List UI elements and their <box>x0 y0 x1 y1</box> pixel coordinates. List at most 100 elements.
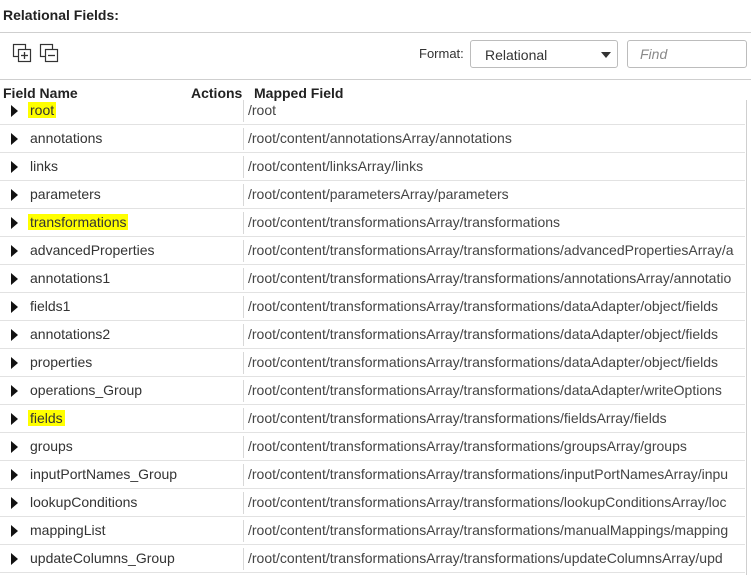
field-name: updateColumns_Group <box>30 550 175 566</box>
field-name: fields <box>28 410 65 426</box>
section-title: Relational Fields: <box>3 7 119 23</box>
expand-arrow-icon[interactable] <box>11 217 18 229</box>
column-divider <box>243 128 244 150</box>
table-row[interactable]: properties/root/content/transformationsA… <box>0 349 745 377</box>
column-divider <box>243 212 244 234</box>
column-divider <box>243 268 244 290</box>
table-row[interactable]: annotations2/root/content/transformation… <box>0 321 745 349</box>
table-row[interactable]: lookupConditions/root/content/transforma… <box>0 489 745 517</box>
collapse-all-button[interactable] <box>39 43 59 63</box>
field-name: mappingList <box>30 522 106 538</box>
table-row[interactable]: annotations1/root/content/transformation… <box>0 265 745 293</box>
field-name: inputPortNames_Group <box>30 466 178 482</box>
expand-arrow-icon[interactable] <box>11 105 18 117</box>
table-row[interactable]: annotations/root/content/annotationsArra… <box>0 125 745 153</box>
column-divider <box>243 240 244 262</box>
chevron-down-icon <box>601 52 611 58</box>
mapped-field: /root/content/transformationsArray/trans… <box>248 494 727 510</box>
column-divider <box>243 324 244 346</box>
expand-arrow-icon[interactable] <box>11 329 18 341</box>
column-divider <box>243 464 244 486</box>
mapped-field: /root/content/transformationsArray/trans… <box>248 410 667 426</box>
field-name: properties <box>30 354 93 370</box>
field-name: lookupConditions <box>30 494 138 510</box>
column-divider <box>243 520 244 542</box>
table-row[interactable]: transformations/root/content/transformat… <box>0 209 745 237</box>
table-row[interactable]: links/root/content/linksArray/links <box>0 153 745 181</box>
column-divider <box>243 436 244 458</box>
mapped-field: /root/content/transformationsArray/trans… <box>248 298 719 314</box>
table-row[interactable]: inputPortNames_Group/root/content/transf… <box>0 461 745 489</box>
mapped-field: /root/content/transformationsArray/trans… <box>248 354 719 370</box>
format-select[interactable]: Relational <box>470 40 618 68</box>
field-name: annotations <box>30 130 103 146</box>
expand-arrow-icon[interactable] <box>11 161 18 173</box>
expand-arrow-icon[interactable] <box>11 413 18 425</box>
table-row[interactable]: fields1/root/content/transformationsArra… <box>0 293 745 321</box>
field-name: advancedProperties <box>30 242 155 258</box>
field-name: annotations2 <box>30 326 111 342</box>
table-row[interactable]: advancedProperties/root/content/transfor… <box>0 237 745 265</box>
column-divider <box>243 184 244 206</box>
column-divider <box>243 156 244 178</box>
mapped-field: /root/content/parametersArray/parameters <box>248 186 509 202</box>
field-name: operations_Group <box>30 382 143 398</box>
field-name: transformations <box>28 214 129 230</box>
collapse-all-icon <box>39 43 59 63</box>
table-row[interactable]: mappingList/root/content/transformations… <box>0 517 745 545</box>
table-row[interactable]: parameters/root/content/parametersArray/… <box>0 181 745 209</box>
expand-arrow-icon[interactable] <box>11 273 18 285</box>
mapped-field: /root/content/transformationsArray/trans… <box>248 522 729 538</box>
mapped-field: /root/content/transformationsArray/trans… <box>248 242 734 258</box>
column-divider <box>243 352 244 374</box>
column-divider <box>243 380 244 402</box>
row-divider <box>0 572 745 573</box>
mapped-field: /root/content/transformationsArray/trans… <box>248 214 561 230</box>
mapped-field: /root/content/transformationsArray/trans… <box>248 326 719 342</box>
expand-arrow-icon[interactable] <box>11 301 18 313</box>
expand-arrow-icon[interactable] <box>11 385 18 397</box>
field-name: root <box>28 102 57 118</box>
mapped-field: /root <box>248 102 277 118</box>
vertical-scrollbar[interactable] <box>746 100 747 575</box>
toolbar-divider <box>0 79 751 80</box>
format-select-value: Relational <box>485 47 548 63</box>
find-input[interactable] <box>627 40 747 68</box>
format-label: Format: <box>419 46 464 61</box>
expand-arrow-icon[interactable] <box>11 357 18 369</box>
top-divider <box>0 32 751 33</box>
expand-all-icon <box>12 43 32 63</box>
fields-table: root/root annotations/root/content/annota… <box>0 100 751 575</box>
table-row[interactable]: operations_Group/root/content/transforma… <box>0 377 745 405</box>
field-name: fields1 <box>30 298 71 314</box>
mapped-field: /root/content/transformationsArray/trans… <box>248 382 722 398</box>
expand-arrow-icon[interactable] <box>11 133 18 145</box>
column-divider <box>243 408 244 430</box>
mapped-field: /root/content/transformationsArray/trans… <box>248 270 732 286</box>
expand-arrow-icon[interactable] <box>11 441 18 453</box>
field-name: annotations1 <box>30 270 111 286</box>
mapped-field: /root/content/transformationsArray/trans… <box>248 466 729 482</box>
table-row[interactable]: root/root <box>0 97 745 125</box>
expand-arrow-icon[interactable] <box>11 553 18 565</box>
expand-arrow-icon[interactable] <box>11 189 18 201</box>
expand-arrow-icon[interactable] <box>11 497 18 509</box>
field-name: links <box>30 158 59 174</box>
expand-arrow-icon[interactable] <box>11 245 18 257</box>
column-divider <box>243 492 244 514</box>
column-divider <box>243 100 244 122</box>
expand-all-button[interactable] <box>12 43 32 63</box>
mapped-field: /root/content/transformationsArray/trans… <box>248 438 687 454</box>
table-row[interactable]: fields/root/content/transformationsArray… <box>0 405 745 433</box>
column-divider <box>243 296 244 318</box>
table-row[interactable]: groups/root/content/transformationsArray… <box>0 433 745 461</box>
expand-arrow-icon[interactable] <box>11 469 18 481</box>
field-name: parameters <box>30 186 101 202</box>
mapped-field: /root/content/transformationsArray/trans… <box>248 550 723 566</box>
table-row[interactable]: updateColumns_Group/root/content/transfo… <box>0 545 745 573</box>
column-divider <box>243 548 244 570</box>
field-name: groups <box>30 438 73 454</box>
expand-arrow-icon[interactable] <box>11 525 18 537</box>
mapped-field: /root/content/linksArray/links <box>248 158 424 174</box>
mapped-field: /root/content/annotationsArray/annotatio… <box>248 130 512 146</box>
